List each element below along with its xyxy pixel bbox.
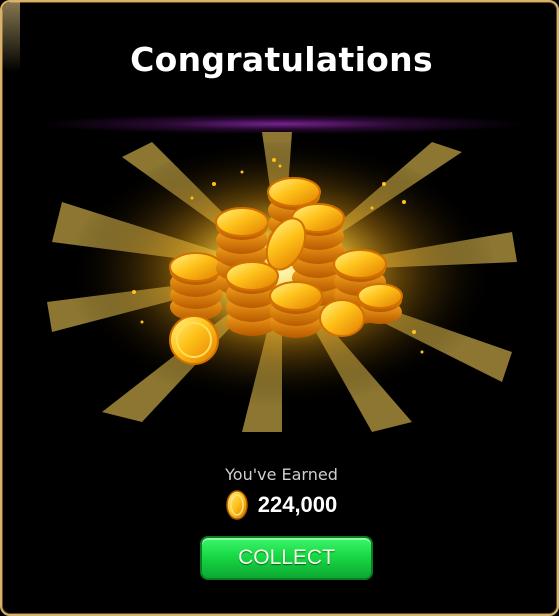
dialog-title: Congratulations [130,40,433,79]
reward-dialog: Congratulations You've Earned 224,000 CO… [0,0,559,616]
gold-coin-icon [225,490,248,520]
coin-pile-illustration [47,132,517,432]
reward-amount-row: 224,000 [2,489,559,521]
collect-button[interactable]: COLLECT [200,536,373,580]
header-divider-glow [42,114,521,134]
earned-label: You've Earned [225,465,338,484]
reward-amount: 224,000 [257,492,338,517]
